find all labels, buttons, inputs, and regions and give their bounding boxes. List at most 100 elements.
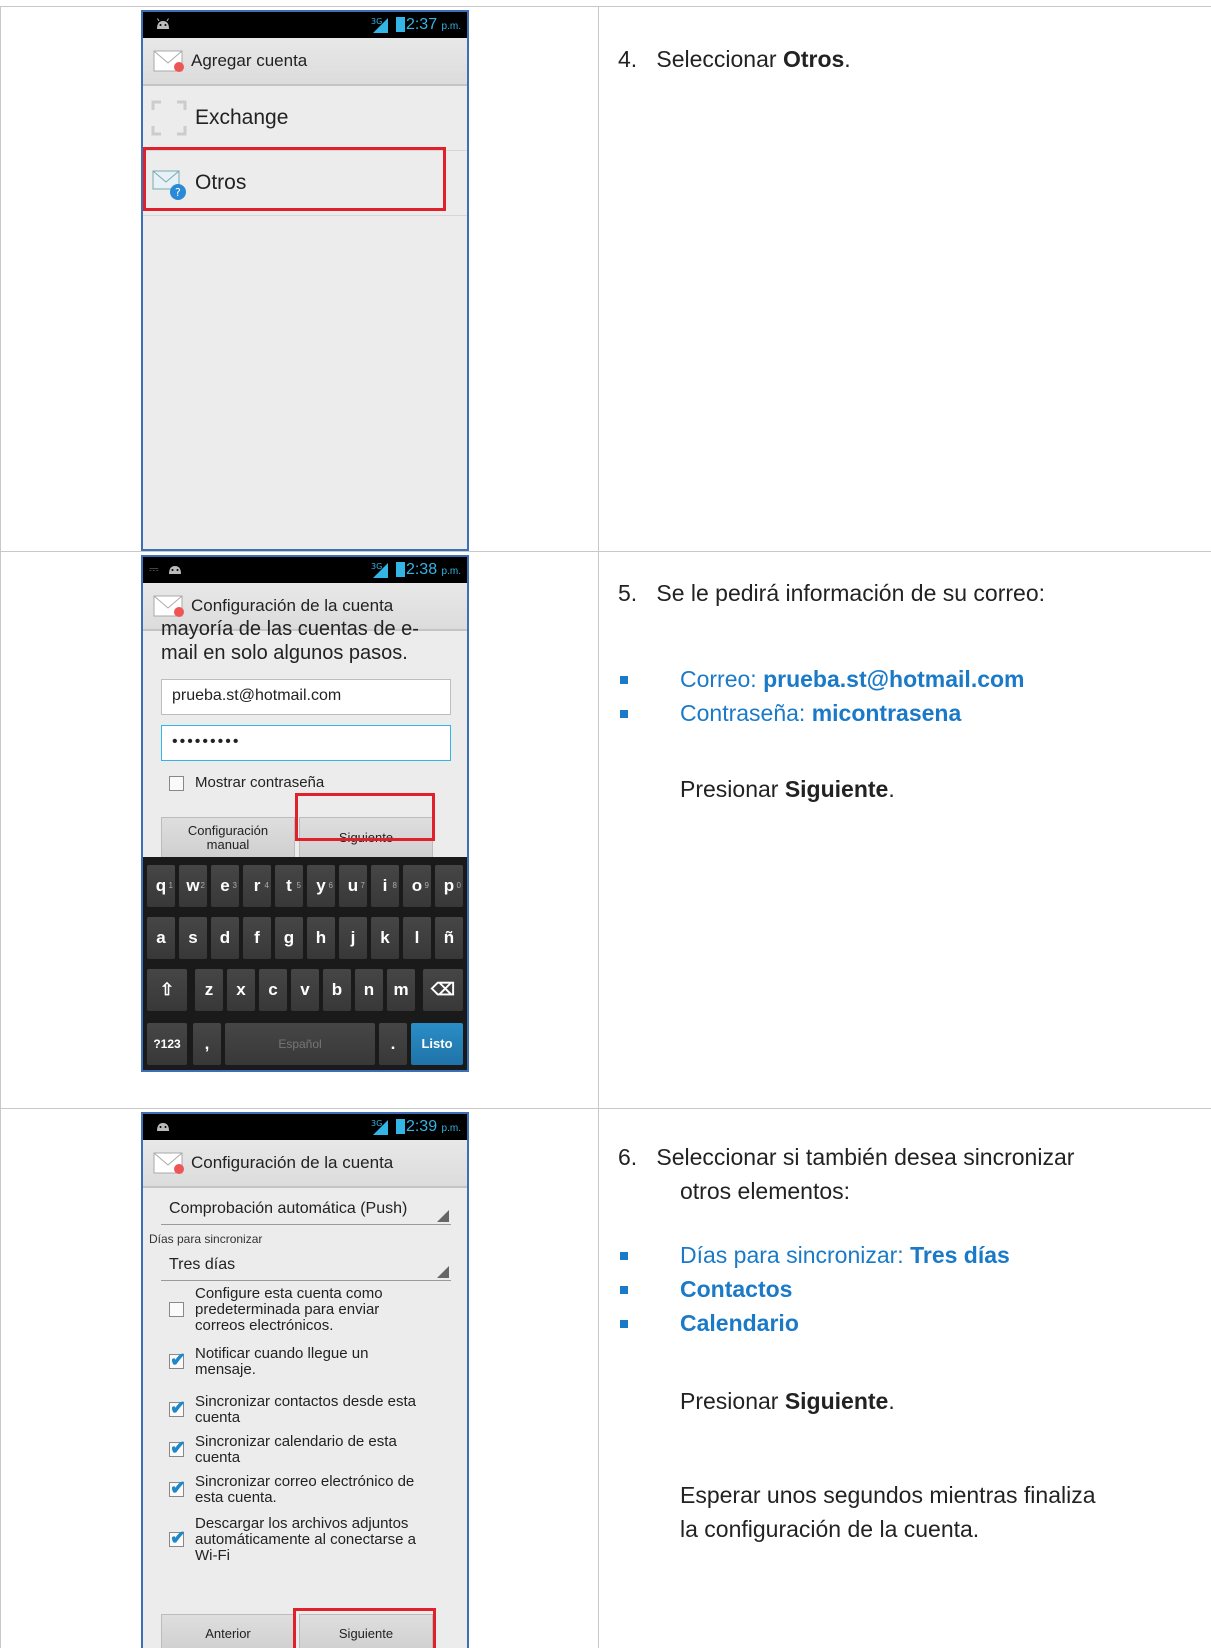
key-m[interactable]: m: [387, 969, 415, 1011]
space-key[interactable]: Español: [225, 1023, 375, 1065]
signal-icon: 3G: [371, 1119, 388, 1135]
sync-option-line: Configure esta cuenta como: [195, 1285, 383, 1302]
email-app-icon: [153, 50, 184, 72]
key-label: j: [350, 928, 356, 947]
step-4-instruction: 4. Seleccionar Otros.: [618, 42, 851, 76]
key-label: n: [363, 980, 375, 999]
signal-icon: 3G: [371, 562, 388, 578]
intro-line: mayoría de las cuentas de e-: [161, 618, 419, 640]
sync-option-line: cuenta: [195, 1449, 241, 1466]
usb-icon: ⎓: [149, 562, 159, 576]
sync-days-label: Días para sincronizar: [149, 1232, 263, 1246]
password-field[interactable]: •••••••••: [161, 725, 451, 761]
dropdown-value: Comprobación automática (Push): [169, 1200, 408, 1217]
sync-option-label: Sincronizar correo electrónico de esta cu…: [195, 1474, 414, 1506]
sync-days-dropdown[interactable]: Tres días: [161, 1252, 451, 1281]
sync-option-checkbox[interactable]: [169, 1349, 186, 1372]
key-i[interactable]: i8: [371, 865, 399, 907]
sync-option-line: Sincronizar calendario de esta: [195, 1433, 397, 1450]
bullet-marker: [620, 1320, 628, 1328]
key-g[interactable]: g: [275, 917, 303, 959]
symbols-key[interactable]: ?123: [147, 1023, 187, 1065]
email-field[interactable]: prueba.st@hotmail.com: [161, 679, 451, 715]
highlight-box: [143, 147, 446, 211]
sync-option-checkbox[interactable]: [169, 1477, 186, 1500]
key-p[interactable]: p0: [435, 865, 463, 907]
key-s[interactable]: s: [179, 917, 207, 959]
key-label: y: [316, 876, 326, 895]
step-5-instruction: 5. Se le pedirá información de su correo…: [618, 576, 1045, 610]
show-password-checkbox[interactable]: [169, 776, 184, 791]
key-ñ[interactable]: ñ: [435, 917, 463, 959]
key-l[interactable]: l: [403, 917, 431, 959]
key-w[interactable]: w2: [179, 865, 207, 907]
page-title: Agregar cuenta: [191, 51, 308, 70]
key-t[interactable]: t5: [275, 865, 303, 907]
svg-text:3G: 3G: [371, 1119, 382, 1128]
sync-option-line: correos electrónicos.: [195, 1317, 334, 1334]
check-frequency-dropdown[interactable]: Comprobación automática (Push): [161, 1196, 451, 1225]
sync-option-line: Sincronizar correo electrónico de: [195, 1473, 415, 1490]
page-title: Configuración de la cuenta: [191, 596, 394, 615]
key-hint: 6: [328, 881, 333, 890]
bullet-marker: [620, 710, 628, 718]
key-q[interactable]: q1: [147, 865, 175, 907]
previous-button[interactable]: Anterior: [161, 1614, 295, 1648]
sync-option-line: Notificar cuando llegue un: [195, 1345, 369, 1362]
key-label: r: [253, 876, 261, 895]
comma-key[interactable]: ,: [193, 1023, 221, 1065]
key-y[interactable]: y6: [307, 865, 335, 907]
dropdown-value: Tres días: [169, 1256, 236, 1273]
bullet-label: Correo:: [680, 666, 764, 692]
step-6-instruction-cont: otros elementos:: [680, 1178, 851, 1204]
step-bold: Otros: [782, 46, 845, 72]
press-end: .: [888, 1388, 895, 1414]
wait-instruction-cont: la configuración de la cuenta.: [680, 1516, 980, 1542]
sync-option-label: Notificar cuando llegue un mensaje.: [195, 1346, 368, 1378]
shift-key[interactable]: ⇧: [147, 969, 187, 1011]
list-item-exchange[interactable]: Exchange: [143, 86, 467, 151]
key-label: f: [254, 928, 260, 947]
key-f[interactable]: f: [243, 917, 271, 959]
status-clock: 2:37 p.m.: [405, 16, 461, 33]
sync-option-checkbox[interactable]: [169, 1527, 186, 1550]
key-e[interactable]: e3: [211, 865, 239, 907]
key-hint: 3: [232, 881, 237, 890]
done-key[interactable]: Listo: [411, 1023, 463, 1065]
key-r[interactable]: r4: [243, 865, 271, 907]
email-app-icon: [153, 595, 184, 617]
key-j[interactable]: j: [339, 917, 367, 959]
phone-screenshot-add-account: 3G 2:37 p.m. Agregar cuenta Exchange ? O…: [141, 10, 469, 551]
key-x[interactable]: x: [227, 969, 255, 1011]
key-n[interactable]: n: [355, 969, 383, 1011]
sync-option-checkbox[interactable]: [169, 1437, 186, 1460]
bullet-value: Calendario: [680, 1310, 799, 1336]
key-label: i: [382, 876, 388, 895]
key-b[interactable]: b: [323, 969, 351, 1011]
sync-option-line: automáticamente al conectarse a: [195, 1531, 416, 1548]
sync-option-checkbox[interactable]: [169, 1397, 186, 1420]
key-k[interactable]: k: [371, 917, 399, 959]
key-u[interactable]: u7: [339, 865, 367, 907]
key-c[interactable]: c: [259, 969, 287, 1011]
key-o[interactable]: o9: [403, 865, 431, 907]
bullet-label: Contraseña:: [680, 700, 812, 726]
table-column-divider: [598, 7, 599, 1648]
backspace-key[interactable]: ⌫: [423, 969, 463, 1011]
dropdown-arrow-icon: [437, 1210, 449, 1222]
period-key[interactable]: .: [379, 1023, 407, 1065]
sync-option-checkbox[interactable]: [169, 1302, 184, 1317]
key-h[interactable]: h: [307, 917, 335, 959]
sync-option-line: Sincronizar contactos desde esta: [195, 1393, 416, 1410]
key-label: e: [220, 876, 230, 895]
manual-config-button[interactable]: Configuración manual: [161, 817, 295, 859]
key-v[interactable]: v: [291, 969, 319, 1011]
sync-option-line: Wi-Fi: [195, 1547, 230, 1564]
table-row-divider: [0, 1108, 1211, 1109]
table-border-left: [0, 7, 1, 1648]
key-a[interactable]: a: [147, 917, 175, 959]
key-label: ,: [204, 1034, 210, 1053]
key-d[interactable]: d: [211, 917, 239, 959]
dropdown-arrow-icon: [437, 1266, 449, 1278]
key-z[interactable]: z: [195, 969, 223, 1011]
